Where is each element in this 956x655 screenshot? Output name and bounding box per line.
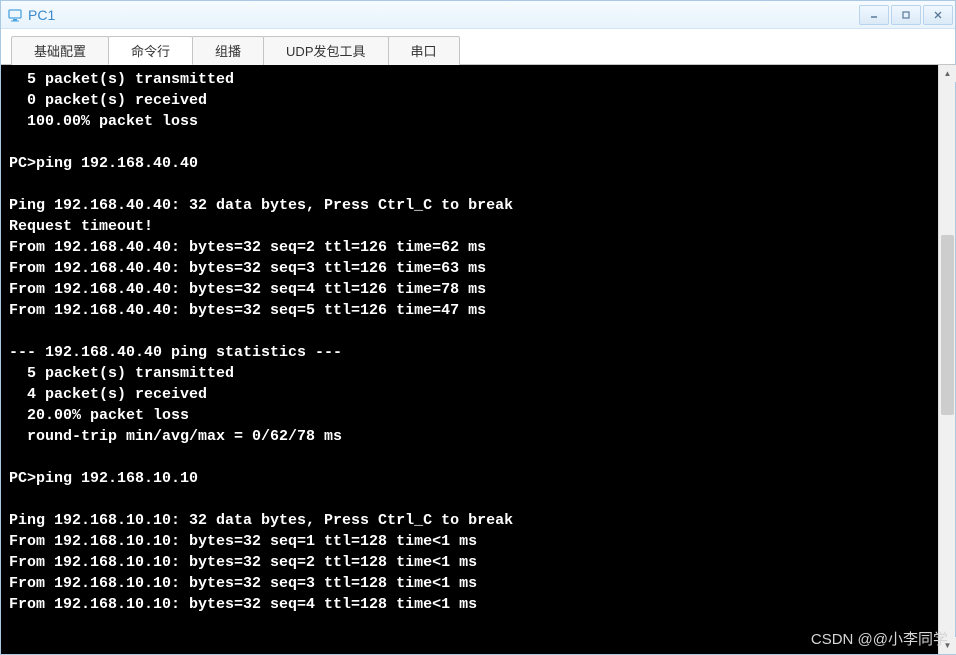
close-button[interactable] xyxy=(923,5,953,25)
tab-udp-tool[interactable]: UDP发包工具 xyxy=(263,36,388,65)
scrollbar-vertical[interactable]: ▲ ▼ xyxy=(938,65,955,654)
window-frame: PC1 基础配置 命令行 组播 UDP发包工具 串口 5 packet(s) t… xyxy=(0,0,956,655)
scrollbar-thumb[interactable] xyxy=(941,235,954,415)
scroll-down-button[interactable]: ▼ xyxy=(939,637,956,654)
app-icon xyxy=(7,7,23,23)
window-controls xyxy=(859,5,953,25)
minimize-button[interactable] xyxy=(859,5,889,25)
maximize-button[interactable] xyxy=(891,5,921,25)
tabs-row: 基础配置 命令行 组播 UDP发包工具 串口 xyxy=(1,29,955,65)
tab-cli[interactable]: 命令行 xyxy=(108,36,193,65)
titlebar: PC1 xyxy=(1,1,955,29)
scroll-up-button[interactable]: ▲ xyxy=(939,65,956,82)
tab-multicast[interactable]: 组播 xyxy=(192,36,264,65)
window-title: PC1 xyxy=(28,7,55,23)
terminal-output[interactable]: 5 packet(s) transmitted 0 packet(s) rece… xyxy=(1,65,938,654)
tab-basic-config[interactable]: 基础配置 xyxy=(11,36,109,65)
tab-serial[interactable]: 串口 xyxy=(388,36,460,65)
terminal-wrapper: 5 packet(s) transmitted 0 packet(s) rece… xyxy=(1,65,955,654)
title-left: PC1 xyxy=(7,7,55,23)
